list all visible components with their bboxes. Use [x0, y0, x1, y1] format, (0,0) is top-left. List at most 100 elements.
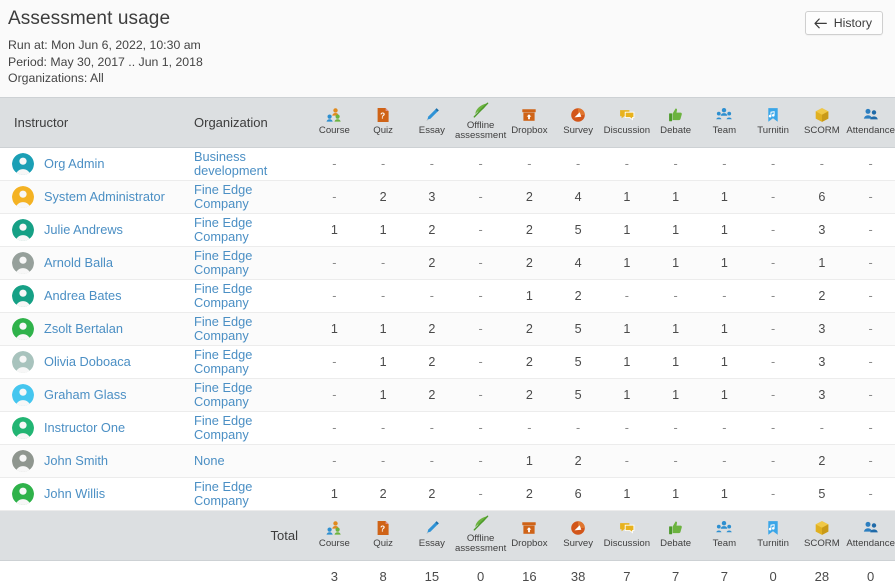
debate-thumb-icon [668, 107, 684, 124]
total-value-debate: 7 [651, 560, 700, 587]
discussion-bubble-icon [619, 107, 635, 124]
cell-turnitin: - [749, 345, 798, 378]
avatar [12, 351, 34, 373]
column-header-survey[interactable]: Survey [554, 97, 603, 147]
organization-link[interactable]: Fine Edge Company [194, 282, 309, 310]
column-header-dropbox[interactable]: Dropbox [505, 97, 554, 147]
organization-link[interactable]: Fine Edge Company [194, 216, 309, 244]
cell-discussion: 1 [603, 378, 652, 411]
cell-turnitin: - [749, 246, 798, 279]
cell-essay: 2 [408, 246, 457, 279]
svg-text:?: ? [380, 112, 385, 121]
organization-link[interactable]: Fine Edge Company [194, 480, 309, 508]
cell-team: - [700, 411, 749, 444]
svg-text:?: ? [380, 525, 385, 534]
cell-organization: Fine Edge Company [190, 180, 310, 213]
instructor-link[interactable]: Zsolt Bertalan [44, 321, 123, 336]
cell-attendance: - [846, 444, 895, 477]
team-people-icon [716, 520, 732, 537]
history-button[interactable]: History [805, 11, 883, 35]
cell-debate: 1 [651, 477, 700, 510]
instructor-link[interactable]: Org Admin [44, 156, 104, 171]
cell-attendance: - [846, 378, 895, 411]
organization-link[interactable]: Fine Edge Company [194, 381, 309, 409]
cell-debate: 1 [651, 213, 700, 246]
instructor-link[interactable]: Olivia Doboaca [44, 354, 131, 369]
cell-scorm: 6 [798, 180, 847, 213]
cell-course: 1 [310, 477, 359, 510]
total-header-team: Team [700, 510, 749, 560]
table-row: System Administrator Fine Edge Company-2… [0, 180, 895, 213]
cell-team: - [700, 279, 749, 312]
instructor-link[interactable]: System Administrator [44, 189, 165, 204]
column-header-essay[interactable]: Essay [408, 97, 457, 147]
turnitin-bookmark-icon [765, 107, 781, 124]
instructor-link[interactable]: Andrea Bates [44, 288, 122, 303]
column-header-offline[interactable]: Offline assessment [456, 97, 505, 147]
organization-link[interactable]: Business development [194, 150, 309, 178]
instructor-link[interactable]: John Smith [44, 453, 108, 468]
cell-team: 1 [700, 378, 749, 411]
instructor-link[interactable]: Arnold Balla [44, 255, 113, 270]
cell-debate: 1 [651, 345, 700, 378]
attendance-group-icon [863, 520, 879, 537]
column-header-label: Essay [419, 126, 445, 137]
total-values-row: 3815016387770280 [0, 560, 895, 587]
total-header-label: Attendance [846, 539, 895, 550]
cell-essay: 2 [408, 213, 457, 246]
column-header-label: Quiz [373, 126, 393, 137]
column-header-turnitin[interactable]: Turnitin [749, 97, 798, 147]
column-header-attendance[interactable]: Attendance [846, 97, 895, 147]
cell-attendance: - [846, 312, 895, 345]
cell-quiz: - [359, 147, 408, 180]
avatar [12, 219, 34, 241]
instructor-link[interactable]: John Willis [44, 486, 105, 501]
team-people-icon [716, 107, 732, 124]
cell-discussion: 1 [603, 180, 652, 213]
total-header-quiz: ? Quiz [359, 510, 408, 560]
column-header-team[interactable]: Team [700, 97, 749, 147]
total-value-dropbox: 16 [505, 560, 554, 587]
avatar [12, 252, 34, 274]
column-header-debate[interactable]: Debate [651, 97, 700, 147]
cell-scorm: 2 [798, 444, 847, 477]
column-header-label: Dropbox [511, 126, 547, 137]
cell-discussion: - [603, 444, 652, 477]
cell-scorm: 3 [798, 378, 847, 411]
table-row: Julie Andrews Fine Edge Company112-25111… [0, 213, 895, 246]
column-header-label: Turnitin [757, 126, 789, 137]
instructor-link[interactable]: Graham Glass [44, 387, 127, 402]
dropbox-box-icon [521, 520, 537, 537]
column-header-instructor[interactable]: Instructor [0, 97, 190, 147]
table-row: Zsolt Bertalan Fine Edge Company112-2511… [0, 312, 895, 345]
cell-survey: 5 [554, 378, 603, 411]
organization-link[interactable]: None [194, 454, 225, 468]
organization-link[interactable]: Fine Edge Company [194, 249, 309, 277]
cell-attendance: - [846, 213, 895, 246]
organization-link[interactable]: Fine Edge Company [194, 414, 309, 442]
cell-turnitin: - [749, 411, 798, 444]
column-header-scorm[interactable]: SCORM [798, 97, 847, 147]
cell-scorm: 5 [798, 477, 847, 510]
cell-dropbox: 1 [505, 444, 554, 477]
cell-survey: 5 [554, 312, 603, 345]
total-header-essay: Essay [408, 510, 457, 560]
column-header-quiz[interactable]: ? Quiz [359, 97, 408, 147]
cell-dropbox: 2 [505, 312, 554, 345]
scorm-cube-icon [814, 107, 830, 124]
total-header-attendance: Attendance [846, 510, 895, 560]
column-header-organization[interactable]: Organization [190, 97, 310, 147]
column-header-discussion[interactable]: Discussion [603, 97, 652, 147]
cell-scorm: - [798, 147, 847, 180]
cell-debate: 1 [651, 246, 700, 279]
total-value-survey: 38 [554, 560, 603, 587]
instructor-link[interactable]: Instructor One [44, 420, 125, 435]
organization-link[interactable]: Fine Edge Company [194, 183, 309, 211]
organization-link[interactable]: Fine Edge Company [194, 315, 309, 343]
cell-essay: - [408, 411, 457, 444]
column-header-course[interactable]: Course [310, 97, 359, 147]
instructor-link[interactable]: Julie Andrews [44, 222, 123, 237]
cell-essay: - [408, 444, 457, 477]
cell-scorm: 3 [798, 312, 847, 345]
organization-link[interactable]: Fine Edge Company [194, 348, 309, 376]
